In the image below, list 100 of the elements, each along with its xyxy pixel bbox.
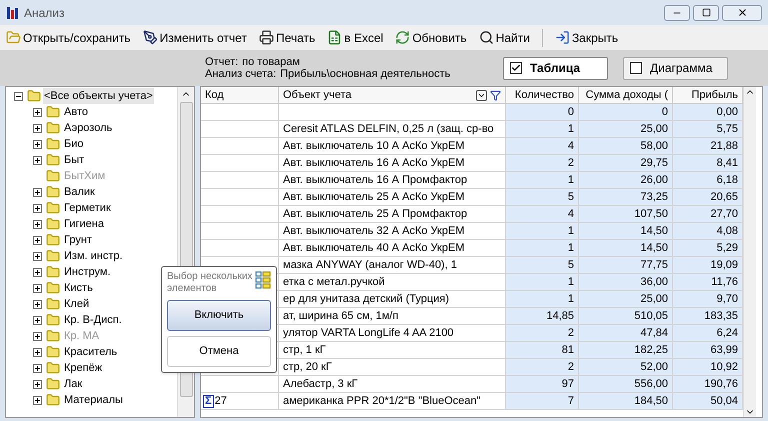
table-cell: Авт. выключатель 10 А АсКо УкрЕМ <box>279 138 506 155</box>
expand-icon[interactable] <box>33 140 42 148</box>
maximize-icon <box>702 8 710 17</box>
folder-icon <box>46 217 60 231</box>
table-cell: 63,99 <box>673 342 743 359</box>
tree-item[interactable]: Герметик <box>64 200 111 216</box>
table-cell: 50,04 <box>673 393 743 410</box>
column-header[interactable]: Количество <box>506 87 579 104</box>
expand-icon[interactable] <box>33 284 42 292</box>
tree-item[interactable]: Кр. В-Дисп. <box>64 312 122 328</box>
tree-item[interactable]: Клей <box>64 296 90 312</box>
expand-icon[interactable] <box>33 380 42 388</box>
table-cell: ат, ширина 65 см, 1м/п <box>279 308 506 325</box>
popup-button[interactable]: Отмена <box>167 336 271 367</box>
expand-icon[interactable] <box>33 188 42 196</box>
expand-icon[interactable] <box>33 348 42 356</box>
toolbar-button[interactable]: Открыть/сохранить <box>6 28 131 46</box>
tree-item[interactable]: Лак <box>64 376 82 392</box>
tree-item[interactable]: Грунт <box>64 232 92 248</box>
toolbar-button[interactable]: Изменить отчет <box>142 28 247 46</box>
table-cell: 5,29 <box>673 240 743 257</box>
table-cell: етка с метал.ручкой <box>279 274 506 291</box>
account-value: Прибыль\основная деятельность <box>280 68 450 80</box>
folder-icon <box>46 393 60 407</box>
expand-icon[interactable] <box>33 300 42 308</box>
tree-item[interactable]: Инструм. <box>64 264 111 280</box>
tree-item[interactable]: Валик <box>64 184 95 200</box>
table-cell: 29,75 <box>579 155 673 172</box>
folder-icon <box>46 153 60 167</box>
table-cell: 5,75 <box>673 121 743 138</box>
table-cell: 6,24 <box>673 325 743 342</box>
table-cell: 14,50 <box>579 240 673 257</box>
toolbar-button[interactable]: в Excel <box>327 28 384 46</box>
folder-icon <box>46 329 60 343</box>
expand-icon[interactable] <box>33 364 42 372</box>
popup-button[interactable]: Включить <box>167 300 271 331</box>
tree-item[interactable]: Изм. инстр. <box>64 248 123 264</box>
expand-icon[interactable] <box>33 124 42 132</box>
table-cell: 1 <box>506 291 579 308</box>
search-icon <box>478 30 494 45</box>
expand-icon[interactable] <box>33 268 42 276</box>
tree-item[interactable]: Кисть <box>64 280 93 296</box>
expand-icon[interactable] <box>33 156 42 164</box>
expand-icon[interactable] <box>33 204 42 212</box>
collapse-icon[interactable] <box>14 92 23 100</box>
tree-item[interactable]: <Все объекты учета> <box>43 88 154 104</box>
tree-item[interactable]: Краситель <box>64 344 118 360</box>
table-cell: стр, 1 кГ <box>279 342 506 359</box>
tree-item[interactable]: Аэрозоль <box>64 120 112 136</box>
table-cell: 7 <box>506 393 579 410</box>
pen-icon <box>142 30 158 45</box>
expand-icon[interactable] <box>33 396 42 404</box>
table-cell: Ceresit ATLAS DELFIN, 0,25 л (защ. ср-во <box>279 121 506 138</box>
refresh-icon <box>395 30 410 45</box>
tree-item[interactable]: Авто <box>64 104 88 120</box>
row-count: 27 <box>214 394 227 409</box>
table-cell: 58,00 <box>579 138 673 155</box>
table-cell: 4 <box>506 138 579 155</box>
tree-item[interactable]: Крепёж <box>64 360 102 376</box>
table-cell: 107,50 <box>579 206 673 223</box>
table-cell: 20,65 <box>673 189 743 206</box>
view-toggle[interactable]: Таблица <box>503 56 608 80</box>
expand-icon[interactable] <box>33 220 42 228</box>
folder-icon <box>46 105 60 119</box>
tree-item[interactable]: Гигиена <box>64 216 104 232</box>
table-cell: 47,84 <box>579 325 673 342</box>
expand-icon[interactable] <box>33 108 42 116</box>
folder-icon <box>46 361 60 375</box>
expand-icon[interactable] <box>33 252 42 260</box>
column-header[interactable]: Прибыль <box>673 87 743 104</box>
table-cell: Авт. выключатель 25 А АсКо УкрЕМ <box>279 189 506 206</box>
folder-icon <box>27 89 41 103</box>
column-header[interactable]: Объект учета <box>279 87 506 104</box>
tree-item[interactable]: Быт <box>64 152 84 168</box>
table-cell: 52,00 <box>579 359 673 376</box>
toolbar-button[interactable]: Печать <box>258 28 316 46</box>
folder-icon <box>6 30 21 45</box>
toolbar-button[interactable]: Обновить <box>395 28 467 46</box>
column-header[interactable]: Сумма доходы ( <box>579 87 673 104</box>
folder-icon <box>46 137 60 151</box>
maximize-button[interactable] <box>693 4 719 20</box>
close-button[interactable] <box>722 4 762 20</box>
toolbar-button[interactable]: Закрыть <box>554 28 618 46</box>
dropdown-icon[interactable] <box>476 90 487 100</box>
table-cell: 14,85 <box>506 308 579 325</box>
toolbar-button[interactable]: Найти <box>478 28 530 46</box>
table-cell: Авт. выключатель 40 А АсКо УкрЕМ <box>279 240 506 257</box>
table-cell: 1 <box>506 240 579 257</box>
tree-item[interactable]: Био <box>64 136 84 152</box>
filter-icon[interactable] <box>490 90 501 100</box>
table-cell: Авт. выключатель 32 А АсКо УкрЕМ <box>279 223 506 240</box>
column-header[interactable]: Код <box>201 87 279 104</box>
tree-item[interactable]: Материалы <box>64 392 123 408</box>
view-toggle[interactable]: Диаграмма <box>623 56 728 80</box>
table-cell: 14,50 <box>579 223 673 240</box>
expand-icon[interactable] <box>33 236 42 244</box>
folder-icon <box>46 185 60 199</box>
table-cell: 26,00 <box>579 172 673 189</box>
printer-icon <box>258 30 274 45</box>
expand-icon[interactable] <box>33 316 42 324</box>
